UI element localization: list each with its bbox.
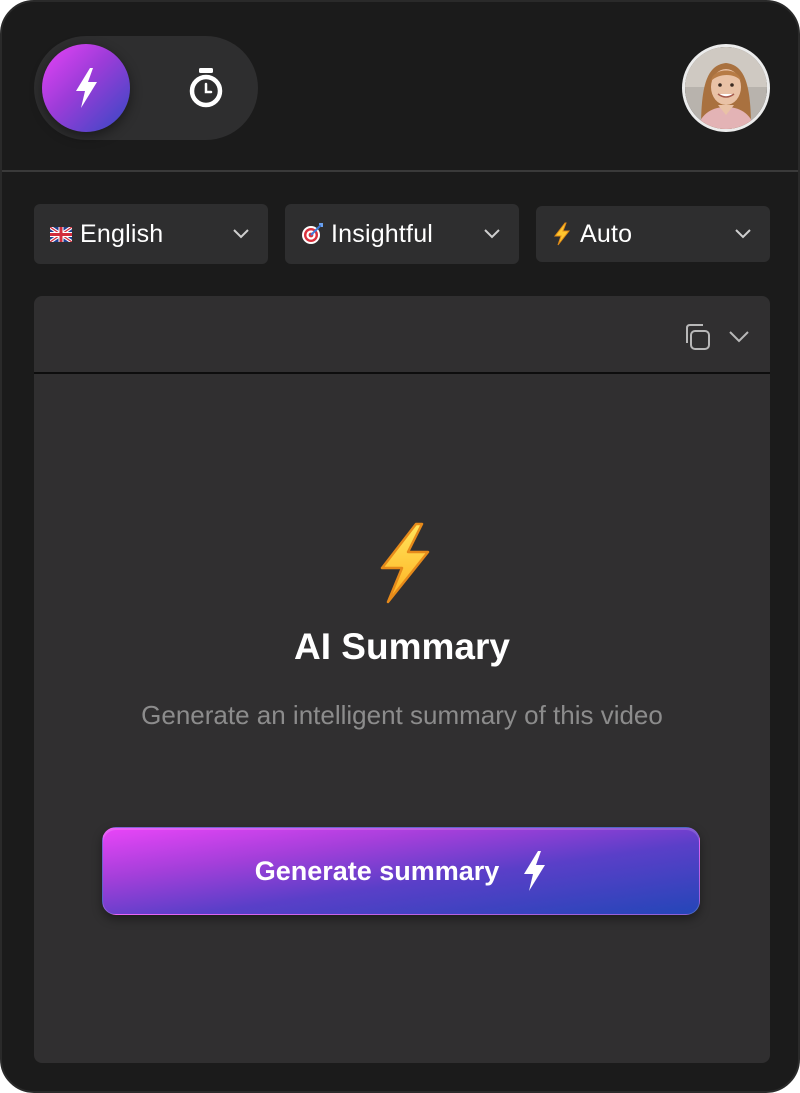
lightning-bolt-icon [524,851,546,891]
chevron-down-icon [732,223,754,245]
length-select[interactable]: Auto [536,206,770,262]
chevron-down-icon [481,223,503,245]
lightning-emoji-icon [380,522,430,604]
generate-summary-label: Generate summary [254,855,500,886]
avatar-photo [685,47,767,129]
generate-summary-button[interactable]: Generate summary [102,827,700,915]
header-divider [2,170,798,172]
style-select-label: Insightful [331,219,434,248]
summary-card: AI Summary Generate an intelligent summa… [34,296,770,1063]
card-subtitle: Generate an intelligent summary of this … [141,700,663,730]
style-select[interactable]: Insightful [285,204,519,264]
summary-mode-button[interactable] [42,44,130,132]
summary-panel: English Insightful Auto AI Summary Gener… [0,0,800,1093]
timer-mode-button[interactable] [162,44,250,132]
length-select-label: Auto [580,219,633,248]
chevron-down-icon [230,223,252,245]
user-avatar[interactable] [682,44,770,132]
language-select-label: English [80,219,164,248]
card-header [34,296,770,374]
chevron-down-icon[interactable] [724,322,754,352]
card-title: AI Summary [294,626,510,667]
copy-icon[interactable] [682,322,712,352]
mode-toggle [34,36,258,140]
lightning-bolt-icon [76,68,97,108]
uk-flag-icon [50,226,72,242]
stopwatch-icon [189,68,223,108]
target-icon [301,223,323,245]
language-select[interactable]: English [34,204,268,264]
lightning-icon [552,222,572,246]
